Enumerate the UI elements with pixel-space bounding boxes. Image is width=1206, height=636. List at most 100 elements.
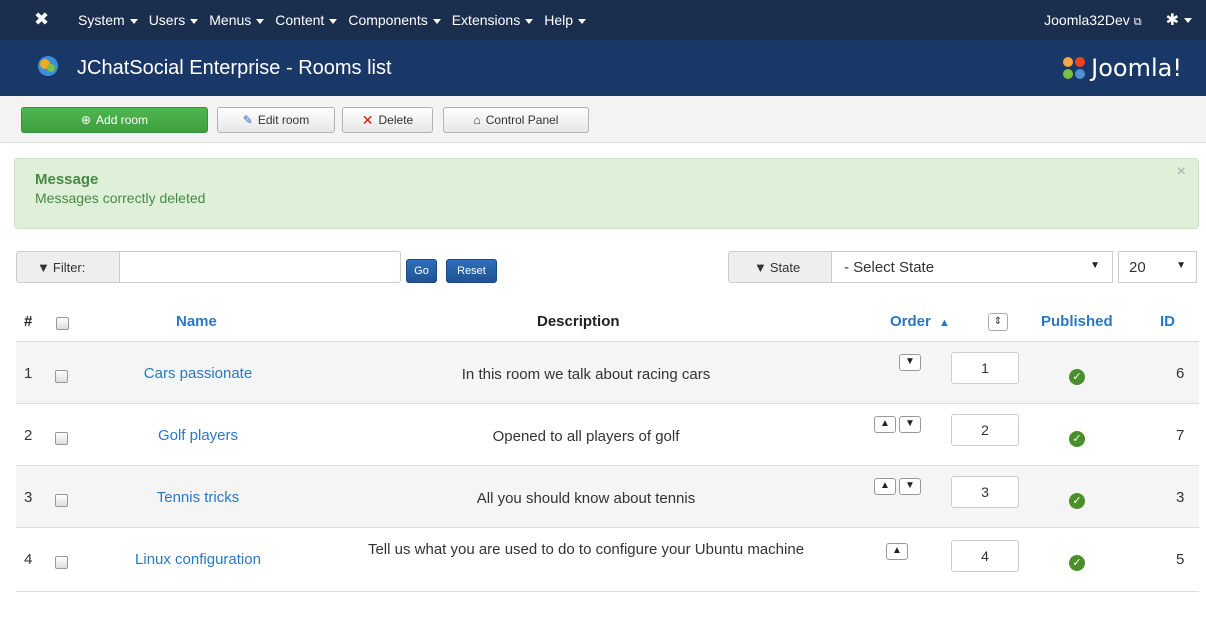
room-description: Tell us what you are used to do to confi… xyxy=(367,541,805,558)
order-input[interactable]: 2 xyxy=(951,414,1019,446)
room-id: 7 xyxy=(1176,427,1185,444)
page-header: JChatSocial Enterprise - Rooms list Joom… xyxy=(0,40,1206,96)
page-title: JChatSocial Enterprise - Rooms list xyxy=(77,57,392,79)
menu-help[interactable]: Help xyxy=(544,12,586,28)
edit-room-button[interactable]: ✎ Edit room xyxy=(217,107,335,133)
sort-asc-icon: ▲ xyxy=(939,317,950,329)
filter-icon: ▼ xyxy=(37,259,50,275)
user-settings-menu[interactable]: ✱ xyxy=(1166,10,1192,30)
menu-system[interactable]: System xyxy=(78,12,138,28)
edit-icon: ✎ xyxy=(242,113,253,127)
toolbar: ⊕ Add room ✎ Edit room ✕ Delete ⌂ Control Pa… xyxy=(0,96,1206,143)
delete-button[interactable]: ✕ Delete xyxy=(342,107,433,133)
room-name-link[interactable]: Cars passionate xyxy=(88,365,308,382)
navbar-right: Joomla32Dev ⧉ ✱ xyxy=(1044,0,1192,40)
table-row: 4 Linux configuration Tell us what you a… xyxy=(16,527,1199,589)
dropdown-arrow-icon: ▼ xyxy=(1176,260,1186,271)
published-check-icon[interactable]: ✓ xyxy=(1069,555,1085,571)
menu-extensions[interactable]: Extensions xyxy=(452,12,534,28)
room-description: In this room we talk about racing cars xyxy=(461,366,711,383)
add-room-button[interactable]: ⊕ Add room xyxy=(21,107,208,133)
site-link[interactable]: Joomla32Dev ⧉ xyxy=(1044,12,1141,29)
col-header-order[interactable]: Order ▲ xyxy=(890,313,950,330)
published-check-icon[interactable]: ✓ xyxy=(1069,431,1085,447)
state-filter-label: ▼ State xyxy=(728,251,832,283)
room-description: All you should know about tennis xyxy=(476,490,696,507)
state-select[interactable]: - Select State ▼ xyxy=(831,251,1113,283)
move-up-button[interactable]: ▲ xyxy=(874,478,896,495)
row-checkbox[interactable] xyxy=(55,370,68,383)
move-down-button[interactable]: ▼ xyxy=(899,478,921,495)
col-header-num: # xyxy=(24,313,33,330)
joomla-brand-logo: Joomla! xyxy=(1061,50,1182,86)
filter-label: ▼ Filter: xyxy=(16,251,120,283)
room-description: Opened to all players of golf xyxy=(492,428,680,445)
filter-icon: ▼ xyxy=(754,259,767,275)
col-header-published[interactable]: Published xyxy=(1041,313,1113,330)
table-row: 1 Cars passionate In this room we talk a… xyxy=(16,341,1199,403)
home-icon: ⌂ xyxy=(473,113,481,127)
table-row: 2 Golf players Opened to all players of … xyxy=(16,403,1199,465)
success-message: Message Messages correctly deleted × xyxy=(14,158,1199,229)
gear-icon: ✱ xyxy=(1165,12,1179,29)
dropdown-arrow-icon: ▼ xyxy=(1090,260,1100,271)
caret-down-icon xyxy=(525,18,534,24)
published-check-icon[interactable]: ✓ xyxy=(1069,493,1085,509)
external-link-icon: ⧉ xyxy=(1133,15,1142,28)
move-up-button[interactable]: ▲ xyxy=(874,416,896,433)
room-name-link[interactable]: Tennis tricks xyxy=(88,489,308,506)
menu-components[interactable]: Components xyxy=(348,12,441,28)
close-icon[interactable]: × xyxy=(1177,163,1186,181)
menu-menus[interactable]: Menus xyxy=(209,12,265,28)
caret-down-icon xyxy=(1184,18,1192,24)
row-number: 4 xyxy=(24,551,33,568)
save-order-button[interactable]: ⇕ xyxy=(988,313,1008,331)
table-bottom-border xyxy=(16,591,1199,592)
room-name-link[interactable]: Linux configuration xyxy=(88,551,308,568)
row-number: 2 xyxy=(24,427,33,444)
order-input[interactable]: 3 xyxy=(951,476,1019,508)
col-header-description: Description xyxy=(537,313,620,330)
row-checkbox[interactable] xyxy=(55,556,68,569)
message-text: Messages correctly deleted xyxy=(35,190,206,206)
order-input[interactable]: 4 xyxy=(951,540,1019,572)
caret-down-icon xyxy=(578,18,586,24)
caret-down-icon xyxy=(329,18,338,24)
row-checkbox[interactable] xyxy=(55,494,68,507)
delete-x-icon: ✕ xyxy=(361,111,374,128)
move-up-button[interactable]: ▲ xyxy=(886,543,908,560)
filter-input[interactable] xyxy=(119,251,401,283)
caret-down-icon xyxy=(190,18,199,24)
plus-circle-icon: ⊕ xyxy=(80,113,92,127)
row-number: 1 xyxy=(24,365,33,382)
control-panel-button[interactable]: ⌂ Control Panel xyxy=(443,107,589,133)
message-heading: Message xyxy=(35,171,99,188)
go-button[interactable]: Go xyxy=(406,259,437,283)
row-number: 3 xyxy=(24,489,33,506)
menu-content[interactable]: Content xyxy=(275,12,338,28)
table-row: 3 Tennis tricks All you should know abou… xyxy=(16,465,1199,527)
caret-down-icon xyxy=(256,18,265,24)
reset-button[interactable]: Reset xyxy=(446,259,497,283)
caret-down-icon xyxy=(432,18,441,24)
published-check-icon[interactable]: ✓ xyxy=(1069,369,1085,385)
joomla-menu-icon[interactable]: ✖ xyxy=(34,9,54,29)
menu-users[interactable]: Users xyxy=(149,12,199,28)
select-all-checkbox[interactable] xyxy=(56,317,69,330)
room-id: 3 xyxy=(1176,489,1185,506)
main-menu: System Users Menus Content Components Ex… xyxy=(78,0,597,40)
joomla-logo-icon xyxy=(1063,57,1086,79)
room-id: 6 xyxy=(1176,365,1185,382)
move-down-button[interactable]: ▼ xyxy=(899,416,921,433)
jchat-logo-icon xyxy=(38,56,58,76)
col-header-id[interactable]: ID xyxy=(1160,313,1175,330)
order-input[interactable]: 1 xyxy=(951,352,1019,384)
caret-down-icon xyxy=(129,18,138,24)
col-header-name[interactable]: Name xyxy=(176,313,217,330)
joomla-brand-text: Joomla! xyxy=(1091,54,1182,82)
move-down-button[interactable]: ▼ xyxy=(899,354,921,371)
room-name-link[interactable]: Golf players xyxy=(88,427,308,444)
row-checkbox[interactable] xyxy=(55,432,68,445)
list-limit-select[interactable]: 20 ▼ xyxy=(1118,251,1197,283)
room-id: 5 xyxy=(1176,551,1185,568)
